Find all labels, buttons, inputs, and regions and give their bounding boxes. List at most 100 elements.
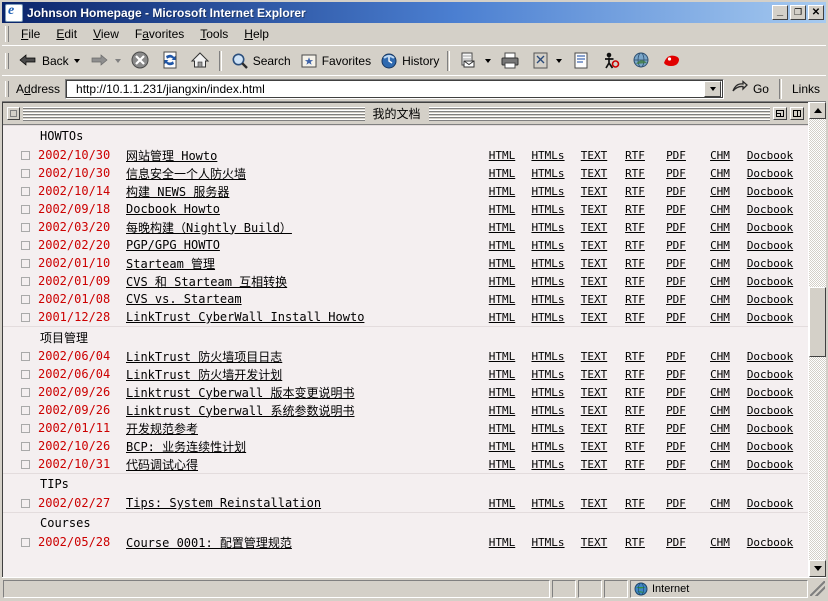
row-checkbox[interactable] xyxy=(21,498,30,508)
format-link-text[interactable]: TEXT xyxy=(572,422,616,435)
format-link-rtf[interactable]: RTF xyxy=(616,458,654,471)
format-link-text[interactable]: TEXT xyxy=(572,149,616,162)
discuss-button[interactable] xyxy=(566,49,596,73)
document-link[interactable]: Linktrust Cyberwall 系统参数说明书 xyxy=(126,402,480,419)
format-link-html[interactable]: HTML xyxy=(480,458,524,471)
format-link-rtf[interactable]: RTF xyxy=(616,368,654,381)
format-link-pdf[interactable]: PDF xyxy=(654,350,698,363)
format-link-docbook[interactable]: Docbook xyxy=(742,497,798,510)
format-link-html[interactable]: HTML xyxy=(480,311,524,324)
format-link-html[interactable]: HTML xyxy=(480,221,524,234)
format-link-chm[interactable]: CHM xyxy=(698,311,742,324)
menu-item-file[interactable]: File xyxy=(13,25,48,43)
maximize-button[interactable]: ❐ xyxy=(790,5,806,20)
view-layout-button[interactable] xyxy=(773,107,788,120)
format-link-pdf[interactable]: PDF xyxy=(654,368,698,381)
format-link-htmls[interactable]: HTMLs xyxy=(524,311,572,324)
row-checkbox[interactable] xyxy=(21,423,30,433)
toolbar-drag-handle[interactable] xyxy=(5,52,9,69)
menu-item-tools[interactable]: Tools xyxy=(192,25,236,43)
row-checkbox[interactable] xyxy=(21,369,30,379)
document-link[interactable]: BCP: 业务连续性计划 xyxy=(126,438,480,455)
row-checkbox[interactable] xyxy=(21,240,30,250)
row-checkbox[interactable] xyxy=(21,294,30,304)
document-link[interactable]: CVS vs. Starteam xyxy=(126,292,480,306)
format-link-htmls[interactable]: HTMLs xyxy=(524,440,572,453)
format-link-pdf[interactable]: PDF xyxy=(654,536,698,549)
row-checkbox[interactable] xyxy=(21,222,30,232)
format-link-rtf[interactable]: RTF xyxy=(616,497,654,510)
go-button[interactable]: Go xyxy=(724,79,775,99)
row-checkbox[interactable] xyxy=(21,276,30,286)
view-list-button[interactable] xyxy=(790,107,805,120)
document-link[interactable]: 代码调试心得 xyxy=(126,456,480,473)
search-button[interactable]: Search xyxy=(226,49,295,73)
collapse-all-button[interactable] xyxy=(7,107,20,120)
format-link-htmls[interactable]: HTMLs xyxy=(524,497,572,510)
row-checkbox[interactable] xyxy=(21,258,30,268)
format-link-pdf[interactable]: PDF xyxy=(654,149,698,162)
address-dropdown-button[interactable] xyxy=(703,80,721,97)
scrollbar-thumb[interactable] xyxy=(809,286,826,358)
format-link-docbook[interactable]: Docbook xyxy=(742,257,798,270)
document-link[interactable]: PGP/GPG HOWTO xyxy=(126,238,480,252)
format-link-chm[interactable]: CHM xyxy=(698,221,742,234)
format-link-text[interactable]: TEXT xyxy=(572,458,616,471)
format-link-chm[interactable]: CHM xyxy=(698,497,742,510)
format-link-html[interactable]: HTML xyxy=(480,404,524,417)
format-link-text[interactable]: TEXT xyxy=(572,386,616,399)
format-link-chm[interactable]: CHM xyxy=(698,458,742,471)
resize-grip[interactable] xyxy=(810,581,825,596)
format-link-pdf[interactable]: PDF xyxy=(654,203,698,216)
format-link-rtf[interactable]: RTF xyxy=(616,239,654,252)
format-link-pdf[interactable]: PDF xyxy=(654,275,698,288)
format-link-html[interactable]: HTML xyxy=(480,368,524,381)
document-link[interactable]: Docbook Howto xyxy=(126,202,480,216)
document-link[interactable]: 每晚构建（Nightly Build） xyxy=(126,219,480,236)
document-link[interactable]: Tips: System Reinstallation xyxy=(126,496,480,510)
format-link-docbook[interactable]: Docbook xyxy=(742,311,798,324)
vertical-scrollbar[interactable] xyxy=(808,102,826,577)
row-checkbox[interactable] xyxy=(21,312,30,322)
format-link-pdf[interactable]: PDF xyxy=(654,185,698,198)
format-link-chm[interactable]: CHM xyxy=(698,203,742,216)
document-link[interactable]: 开发规范参考 xyxy=(126,420,480,437)
row-checkbox[interactable] xyxy=(21,204,30,214)
format-link-text[interactable]: TEXT xyxy=(572,368,616,381)
format-link-htmls[interactable]: HTMLs xyxy=(524,221,572,234)
format-link-text[interactable]: TEXT xyxy=(572,239,616,252)
format-link-chm[interactable]: CHM xyxy=(698,275,742,288)
back-dropdown-icon[interactable] xyxy=(73,58,80,63)
format-link-html[interactable]: HTML xyxy=(480,203,524,216)
format-link-chm[interactable]: CHM xyxy=(698,149,742,162)
row-checkbox[interactable] xyxy=(21,459,30,469)
format-link-text[interactable]: TEXT xyxy=(572,350,616,363)
format-link-docbook[interactable]: Docbook xyxy=(742,386,798,399)
address-input[interactable]: http://10.1.1.231/jiangxin/index.html xyxy=(65,78,724,99)
format-link-docbook[interactable]: Docbook xyxy=(742,350,798,363)
menu-item-edit[interactable]: Edit xyxy=(48,25,85,43)
format-link-pdf[interactable]: PDF xyxy=(654,386,698,399)
row-checkbox[interactable] xyxy=(21,537,30,547)
document-link[interactable]: LinkTrust 防火墙项目日志 xyxy=(126,348,480,365)
stop-button[interactable] xyxy=(125,49,155,73)
format-link-text[interactable]: TEXT xyxy=(572,221,616,234)
format-link-rtf[interactable]: RTF xyxy=(616,404,654,417)
format-link-docbook[interactable]: Docbook xyxy=(742,458,798,471)
back-button[interactable]: Back xyxy=(13,49,84,73)
forward-button[interactable] xyxy=(84,49,125,73)
format-link-text[interactable]: TEXT xyxy=(572,311,616,324)
format-link-rtf[interactable]: RTF xyxy=(616,440,654,453)
format-link-htmls[interactable]: HTMLs xyxy=(524,536,572,549)
format-link-chm[interactable]: CHM xyxy=(698,293,742,306)
format-link-text[interactable]: TEXT xyxy=(572,497,616,510)
document-link[interactable]: CVS 和 Starteam 互相转换 xyxy=(126,273,480,290)
favorites-button[interactable]: Favorites xyxy=(295,49,375,73)
row-checkbox[interactable] xyxy=(21,351,30,361)
refresh-button[interactable] xyxy=(155,49,185,73)
format-link-docbook[interactable]: Docbook xyxy=(742,293,798,306)
format-link-htmls[interactable]: HTMLs xyxy=(524,257,572,270)
links-button[interactable]: Links xyxy=(786,82,826,96)
format-link-html[interactable]: HTML xyxy=(480,386,524,399)
format-link-chm[interactable]: CHM xyxy=(698,404,742,417)
